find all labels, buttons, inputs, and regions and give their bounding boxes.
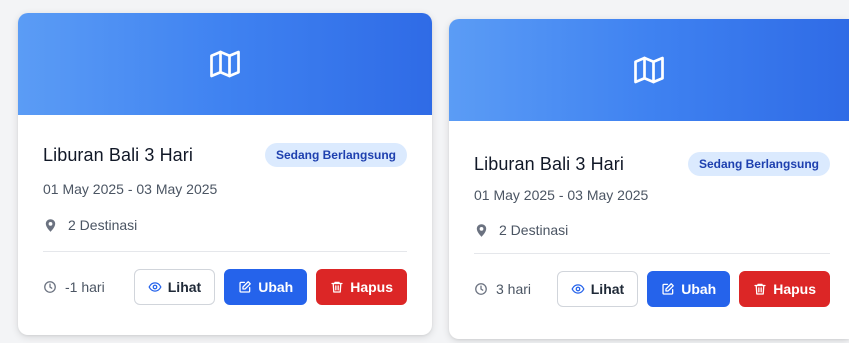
destination-label: 2 Destinasi [68,217,138,233]
card-footer: -1 hari Lihat Ubah Hapus [43,269,407,305]
eye-icon [571,284,585,294]
status-badge: Sedang Berlangsung [687,152,830,176]
delete-button[interactable]: Hapus [316,269,407,305]
view-label: Lihat [167,279,202,295]
delete-label: Hapus [773,281,816,297]
edit-button[interactable]: Ubah [647,271,731,307]
view-label: Lihat [590,281,625,297]
delete-button[interactable]: Hapus [739,271,830,307]
card-body: Liburan Bali 3 Hari Sedang Berlangsung 0… [18,143,432,305]
title-row: Liburan Bali 3 Hari Sedang Berlangsung [474,152,830,176]
trip-dates: 01 May 2025 - 03 May 2025 [474,187,649,203]
map-icon [210,50,240,78]
trash-icon [754,283,766,295]
trip-title: Liburan Bali 3 Hari [43,144,193,165]
card-footer: 3 hari Lihat Ubah Hapus [474,271,830,307]
edit-label: Ubah [681,281,717,297]
divider [43,251,407,252]
destination-count: 2 Destinasi [474,222,830,238]
edit-button[interactable]: Ubah [224,269,308,305]
trip-duration: -1 hari [43,279,105,295]
map-pin-icon [45,218,56,232]
edit-icon [662,283,675,295]
duration-label: -1 hari [65,279,105,295]
map-icon [634,56,664,84]
trip-card: Liburan Bali 3 Hari Sedang Berlangsung 0… [449,19,849,339]
card-actions: Lihat Ubah Hapus [556,271,830,307]
trip-title: Liburan Bali 3 Hari [474,153,624,174]
destination-label: 2 Destinasi [499,222,569,238]
trip-duration: 3 hari [474,281,531,297]
clock-icon [475,283,487,295]
trash-icon [331,281,343,293]
card-banner [18,13,432,115]
card-actions: Lihat Ubah Hapus [133,269,407,305]
delete-label: Hapus [350,279,393,295]
eye-icon [148,282,162,292]
card-body: Liburan Bali 3 Hari Sedang Berlangsung 0… [449,152,849,307]
destination-count: 2 Destinasi [43,217,407,233]
edit-icon [239,281,252,293]
view-button[interactable]: Lihat [556,271,639,307]
duration-label: 3 hari [496,281,532,297]
map-pin-icon [476,223,487,237]
status-badge: Sedang Berlangsung [264,143,407,167]
clock-icon [44,281,56,293]
edit-label: Ubah [258,279,294,295]
trip-card: Liburan Bali 3 Hari Sedang Berlangsung 0… [18,13,432,335]
card-banner [449,19,849,121]
view-button[interactable]: Lihat [133,269,216,305]
title-row: Liburan Bali 3 Hari Sedang Berlangsung [43,143,407,167]
trip-dates: 01 May 2025 - 03 May 2025 [43,181,218,197]
divider [474,253,830,254]
